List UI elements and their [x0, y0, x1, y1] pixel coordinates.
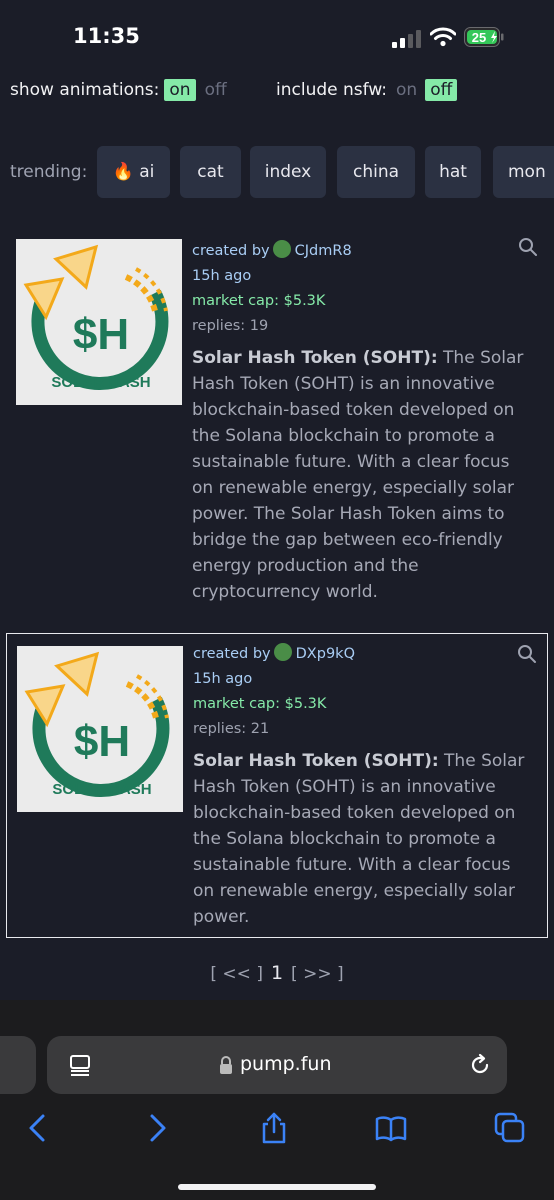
- battery-level: 25: [472, 30, 486, 45]
- status-time: 11:35: [73, 24, 140, 48]
- svg-text:$H: $H: [73, 310, 129, 359]
- token-logo-image: $H SOLAR HASH: [16, 239, 182, 405]
- token-info: created by DXp9kQ 15h ago market cap: $5.…: [193, 642, 533, 930]
- animations-on-button[interactable]: on: [164, 79, 196, 101]
- replies-count: replies: 19: [192, 318, 269, 334]
- forward-icon[interactable]: [141, 1112, 173, 1144]
- creator-avatar: [272, 240, 291, 258]
- wifi-icon: [430, 27, 456, 47]
- token-description: Solar Hash Token (SOHT): The Solar Hash …: [193, 748, 533, 930]
- creator-link[interactable]: CJdmR8: [295, 243, 352, 259]
- search-icon[interactable]: [518, 237, 538, 257]
- back-icon[interactable]: [22, 1112, 54, 1144]
- url-text: pump.fun: [240, 1053, 332, 1075]
- reader-icon[interactable]: [69, 1054, 91, 1076]
- pagination: [ << ] 1 [ >> ]: [0, 962, 554, 984]
- svg-text:$H: $H: [74, 717, 130, 766]
- token-description-text: The Solar Hash Token (SOHT) is an innova…: [192, 348, 524, 602]
- svg-text:SOLAR HASH: SOLAR HASH: [52, 781, 151, 798]
- token-description-text: The Solar Hash Token (SOHT) is an innova…: [193, 751, 525, 927]
- trending-chip-china[interactable]: china: [337, 146, 415, 198]
- nsfw-on-button[interactable]: on: [396, 80, 417, 100]
- trending-chip-index[interactable]: index: [250, 146, 326, 198]
- token-name: Solar Hash Token (SOHT):: [193, 751, 439, 771]
- trending-label: trending:: [10, 162, 88, 182]
- token-description: Solar Hash Token (SOHT): The Solar Hash …: [192, 345, 532, 605]
- trending-chip-ai[interactable]: 🔥 ai: [97, 146, 170, 198]
- next-page-link[interactable]: [ >> ]: [291, 964, 344, 984]
- status-bar: 11:35 25: [0, 0, 554, 70]
- token-name: Solar Hash Token (SOHT):: [192, 348, 438, 368]
- created-by-label: created by: [193, 646, 271, 662]
- battery-icon: 25: [464, 27, 504, 47]
- token-age: 15h ago: [193, 671, 253, 687]
- creator-line: created by DXp9kQ: [193, 642, 533, 667]
- reload-icon[interactable]: [468, 1053, 492, 1077]
- svg-text:SOLAR HASH: SOLAR HASH: [51, 374, 150, 391]
- market-cap: market cap: $5.3K: [193, 696, 327, 712]
- browser-toolbar: pump.fun: [0, 1000, 554, 1200]
- created-by-label: created by: [192, 243, 270, 259]
- signal-icon: [392, 30, 421, 48]
- tabs-icon[interactable]: [494, 1112, 526, 1144]
- address-bar[interactable]: pump.fun: [47, 1036, 507, 1094]
- nsfw-toggle-group: include nsfw: on off: [276, 79, 458, 101]
- token-card[interactable]: $H SOLAR HASH created by CJdmR8 15h ago m…: [6, 225, 548, 615]
- search-icon[interactable]: [517, 644, 537, 664]
- trending-chip-mon[interactable]: mon: [493, 146, 554, 198]
- current-page: 1: [270, 962, 284, 984]
- token-age: 15h ago: [192, 268, 252, 284]
- nsfw-label: include nsfw:: [276, 80, 388, 100]
- trending-chip-hat[interactable]: hat: [425, 146, 481, 198]
- bookmarks-icon[interactable]: [375, 1112, 407, 1144]
- trending-chip-cat[interactable]: cat: [180, 146, 241, 198]
- trending-bar: trending: 🔥 ai cat index china hat mon: [10, 146, 554, 198]
- token-info: created by CJdmR8 15h ago market cap: $5.…: [192, 239, 532, 605]
- token-card[interactable]: $H SOLAR HASH created by DXp9kQ 15h ago m…: [6, 633, 548, 938]
- creator-line: created by CJdmR8: [192, 239, 532, 264]
- creator-avatar: [273, 643, 292, 661]
- home-indicator: [178, 1184, 376, 1190]
- replies-count: replies: 21: [193, 721, 270, 737]
- share-icon[interactable]: [258, 1112, 290, 1144]
- prev-page-link[interactable]: [ << ]: [210, 964, 263, 984]
- token-logo-image: $H SOLAR HASH: [17, 646, 183, 812]
- nsfw-off-button[interactable]: off: [425, 79, 458, 101]
- animations-off-button[interactable]: off: [205, 80, 227, 100]
- previous-tab-preview[interactable]: [0, 1036, 36, 1094]
- creator-link[interactable]: DXp9kQ: [296, 646, 355, 662]
- lock-icon: [220, 1056, 232, 1074]
- market-cap: market cap: $5.3K: [192, 293, 326, 309]
- animations-toggle-group: show animations: on off: [10, 79, 227, 101]
- animations-label: show animations:: [10, 80, 160, 100]
